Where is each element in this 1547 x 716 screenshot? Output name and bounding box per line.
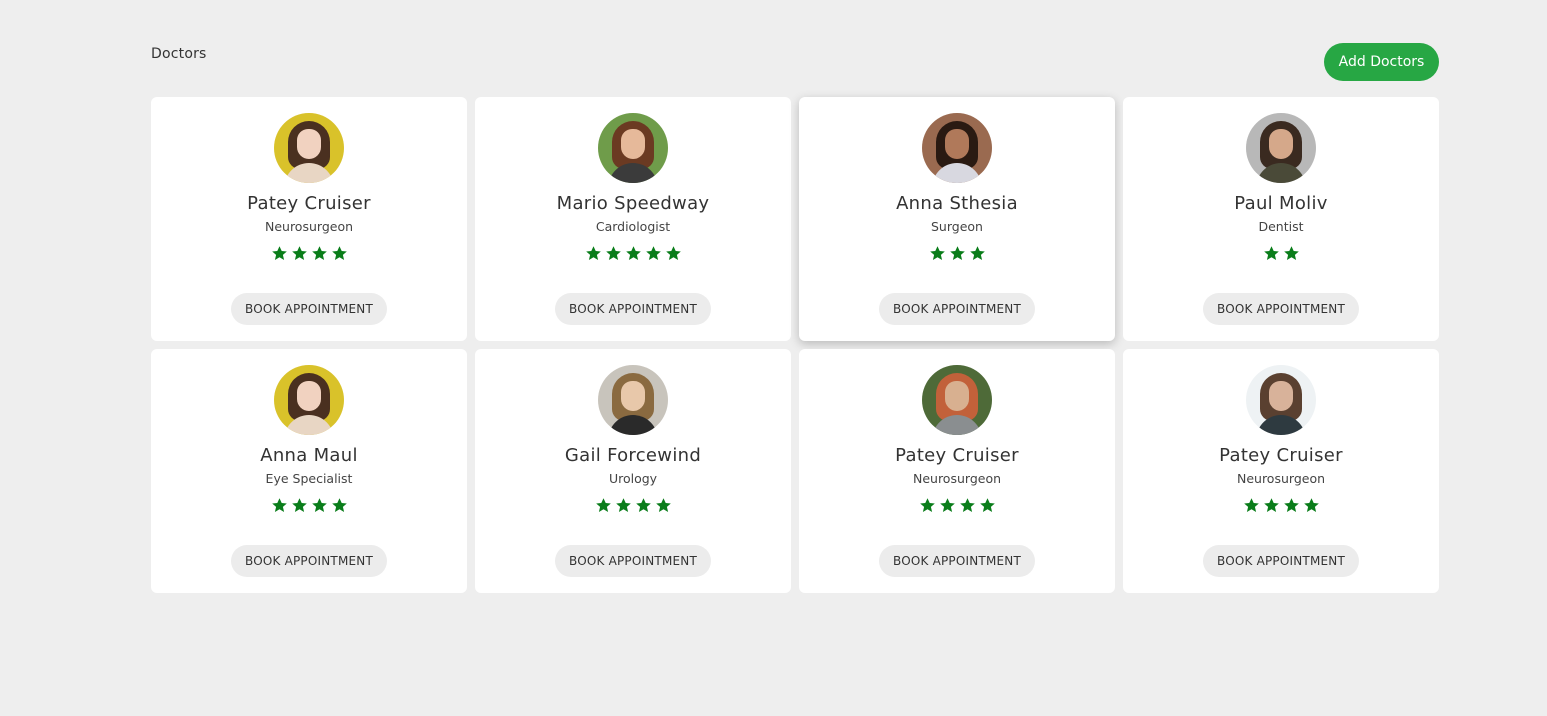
star-icon	[1263, 498, 1279, 512]
doctor-name: Paul Moliv	[1234, 193, 1328, 214]
doctor-card: Anna Sthesia Surgeon BOOK APPOINTMENT	[799, 97, 1115, 341]
book-appointment-button[interactable]: BOOK APPOINTMENT	[1202, 293, 1360, 325]
star-rating	[271, 497, 348, 515]
doctor-name: Anna Maul	[260, 445, 358, 466]
star-icon	[645, 246, 661, 260]
star-icon	[311, 498, 327, 512]
book-appointment-button[interactable]: BOOK APPOINTMENT	[230, 545, 388, 577]
doctor-avatar	[922, 365, 992, 435]
doctor-specialty: Eye Specialist	[265, 471, 353, 486]
star-rating	[595, 497, 672, 515]
star-rating	[1243, 497, 1320, 515]
doctor-card: Patey Cruiser Neurosurgeon BOOK APPOINTMEN…	[799, 349, 1115, 593]
doctor-name: Patey Cruiser	[1219, 445, 1343, 466]
star-icon	[939, 498, 955, 512]
star-icon	[585, 246, 601, 260]
star-icon	[291, 498, 307, 512]
star-icon	[331, 246, 347, 260]
doctor-card: Mario Speedway Cardiologist BOOK APPOINTME…	[475, 97, 791, 341]
star-icon	[331, 498, 347, 512]
doctor-specialty: Neurosurgeon	[264, 219, 354, 234]
star-rating	[1263, 245, 1300, 263]
star-icon	[665, 246, 681, 260]
star-icon	[1303, 498, 1319, 512]
star-icon	[1283, 498, 1299, 512]
doctor-card: Patey Cruiser Neurosurgeon BOOK APPOINTMEN…	[1123, 349, 1439, 593]
star-icon	[1283, 246, 1299, 260]
doctor-card-grid: Patey Cruiser Neurosurgeon BOOK APPOINTMEN…	[151, 97, 1439, 593]
doctor-name: Patey Cruiser	[895, 445, 1019, 466]
star-icon	[595, 498, 611, 512]
doctor-avatar	[598, 365, 668, 435]
doctor-card: Paul Moliv Dentist BOOK APPOINTMENT	[1123, 97, 1439, 341]
doctor-card: Patey Cruiser Neurosurgeon BOOK APPOINTMEN…	[151, 97, 467, 341]
book-appointment-button[interactable]: BOOK APPOINTMENT	[554, 545, 712, 577]
doctor-specialty: Urology	[608, 471, 658, 486]
book-appointment-button[interactable]: BOOK APPOINTMENT	[554, 293, 712, 325]
star-icon	[959, 498, 975, 512]
star-icon	[979, 498, 995, 512]
book-appointment-button[interactable]: BOOK APPOINTMENT	[878, 545, 1036, 577]
star-rating	[271, 245, 348, 263]
doctor-avatar	[922, 113, 992, 183]
star-rating	[919, 497, 996, 515]
star-icon	[919, 498, 935, 512]
doctor-name: Anna Sthesia	[896, 193, 1018, 214]
doctor-avatar	[1246, 365, 1316, 435]
doctors-page: Doctors Add Doctors Patey Cruiser Neurosu…	[0, 0, 1547, 716]
doctor-avatar	[274, 113, 344, 183]
doctor-avatar	[274, 365, 344, 435]
star-icon	[311, 246, 327, 260]
star-icon	[605, 246, 621, 260]
page-title: Doctors	[151, 46, 207, 62]
star-icon	[1263, 246, 1279, 260]
doctor-specialty: Surgeon	[931, 219, 983, 234]
star-icon	[625, 246, 641, 260]
add-doctors-button[interactable]: Add Doctors	[1324, 43, 1439, 81]
star-icon	[615, 498, 631, 512]
book-appointment-button[interactable]: BOOK APPOINTMENT	[1202, 545, 1360, 577]
doctor-specialty: Cardiologist	[595, 219, 671, 234]
star-icon	[969, 246, 985, 260]
doctor-name: Mario Speedway	[556, 193, 710, 214]
doctor-avatar	[1246, 113, 1316, 183]
doctor-name: Gail Forcewind	[564, 445, 702, 466]
doctor-specialty: Neurosurgeon	[1236, 471, 1326, 486]
star-icon	[271, 246, 287, 260]
book-appointment-button[interactable]: BOOK APPOINTMENT	[230, 293, 388, 325]
doctor-card: Gail Forcewind Urology BOOK APPOINTMENT	[475, 349, 791, 593]
star-icon	[655, 498, 671, 512]
doctor-specialty: Dentist	[1258, 219, 1304, 234]
star-rating	[929, 245, 986, 263]
star-icon	[635, 498, 651, 512]
doctor-specialty: Neurosurgeon	[912, 471, 1002, 486]
star-rating	[585, 245, 682, 263]
star-icon	[1243, 498, 1259, 512]
star-icon	[291, 246, 307, 260]
star-icon	[271, 498, 287, 512]
star-icon	[949, 246, 965, 260]
star-icon	[929, 246, 945, 260]
doctor-avatar	[598, 113, 668, 183]
doctor-card: Anna Maul Eye Specialist BOOK APPOINTMENT	[151, 349, 467, 593]
doctor-name: Patey Cruiser	[247, 193, 371, 214]
book-appointment-button[interactable]: BOOK APPOINTMENT	[878, 293, 1036, 325]
